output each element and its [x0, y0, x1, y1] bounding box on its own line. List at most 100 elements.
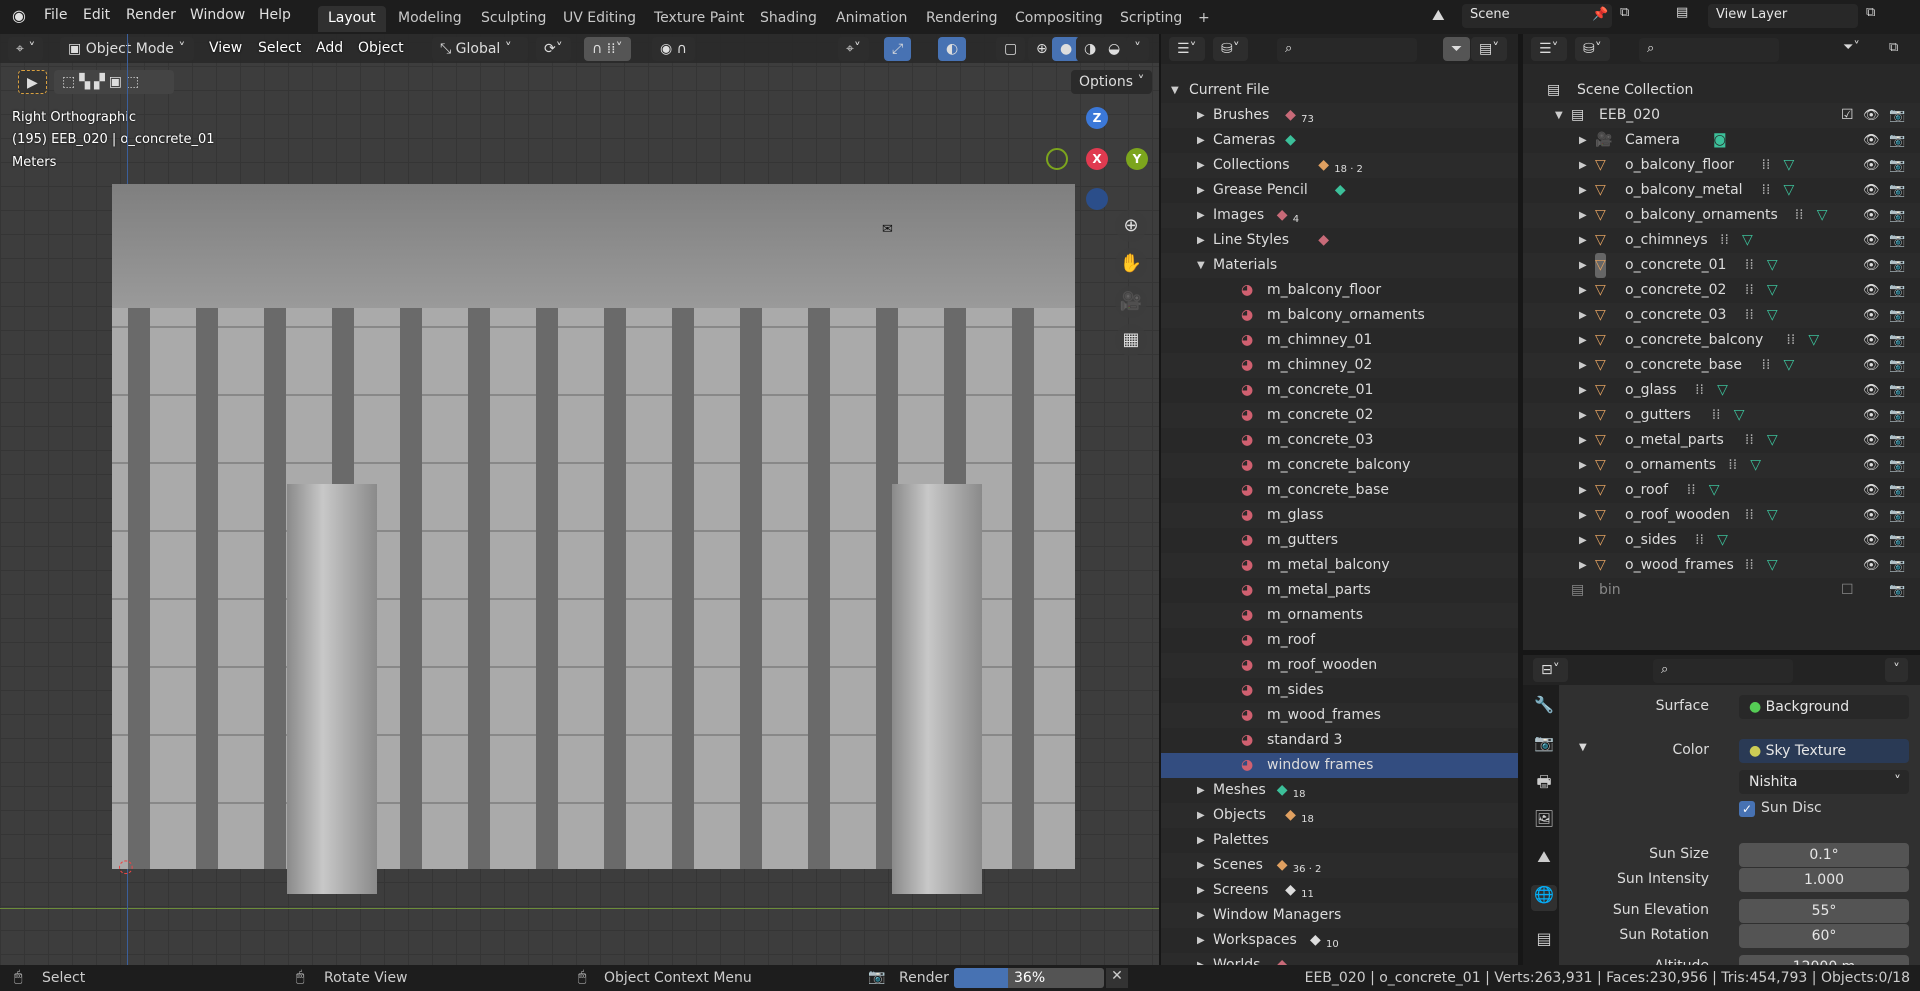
material-item[interactable]: ◕ m_glass [1161, 503, 1518, 528]
expand-triangle-icon[interactable]: ▶ [1579, 353, 1587, 378]
ortho-grid-icon[interactable]: ▦ [1115, 324, 1147, 356]
include-checkbox[interactable]: ☑ [1841, 103, 1854, 128]
sun-size-field[interactable]: 0.1° [1739, 843, 1909, 867]
filter-icon[interactable]: ⏷˅ [1843, 40, 1860, 55]
expand-triangle-icon[interactable]: ▶ [1197, 928, 1205, 953]
visibility-eye-icon[interactable]: 👁 [1863, 503, 1880, 528]
render-camera-icon[interactable]: 📷 [1889, 503, 1905, 528]
tab-shading[interactable]: Shading [750, 6, 827, 32]
render-camera-icon[interactable]: 📷 [1889, 128, 1905, 153]
object-row[interactable]: ▶ ▽ o_chimneys ⁞⁞ ▽ 👁 📷 [1523, 228, 1920, 253]
expand-triangle-icon[interactable]: ▶ [1579, 553, 1587, 578]
display-mode-icon[interactable]: ⛁˅ [1575, 37, 1610, 61]
material-item[interactable]: ◕ m_concrete_02 [1161, 403, 1518, 428]
visibility-eye-icon[interactable]: 👁 [1863, 453, 1880, 478]
expand-triangle-icon[interactable]: ▶ [1197, 878, 1205, 903]
material-item[interactable]: ◕ m_sides [1161, 678, 1518, 703]
building-model[interactable] [112, 184, 1075, 894]
expand-triangle-icon[interactable]: ▶ [1579, 253, 1587, 278]
tree-item-palettes[interactable]: ▶ Palettes [1161, 828, 1518, 853]
visibility-eye-icon[interactable]: 👁 [1863, 278, 1880, 303]
gizmo-x[interactable]: X [1086, 148, 1108, 170]
visibility-eye-icon[interactable]: 👁 [1863, 228, 1880, 253]
tree-item-window-managers[interactable]: ▶ Window Managers [1161, 903, 1518, 928]
display-mode-icon[interactable]: ⛁˅ [1213, 37, 1248, 61]
tab-modeling[interactable]: Modeling [388, 6, 472, 32]
editor-type-icon[interactable]: ☰˅ [1531, 37, 1567, 61]
expand-triangle-icon[interactable]: ▶ [1197, 828, 1205, 853]
tree-item-materials[interactable]: ▼ Materials [1161, 253, 1518, 278]
visibility-eye-icon[interactable]: 👁 [1863, 328, 1880, 353]
render-camera-icon[interactable]: 📷 [1889, 278, 1905, 303]
3d-viewport[interactable]: ⌖ ˅ ▣ Object Mode ˅ View Select Add Obje… [0, 34, 1159, 965]
render-camera-icon[interactable]: 📷 [1889, 103, 1905, 128]
tab-texture-paint[interactable]: Texture Paint [644, 6, 754, 32]
options-chevron-icon[interactable]: ˅ [1885, 658, 1908, 682]
material-item[interactable]: ◕ m_concrete_03 [1161, 428, 1518, 453]
tab-scripting[interactable]: Scripting [1110, 6, 1192, 32]
render-camera-icon[interactable]: 📷 [1889, 553, 1905, 578]
expand-triangle-icon[interactable]: ▶ [1579, 128, 1587, 153]
menu-add[interactable]: Add [316, 40, 343, 56]
shading-options-icon[interactable]: ˅ [1126, 37, 1149, 61]
tool-tab-icon[interactable]: 🔧 [1531, 695, 1557, 721]
object-row[interactable]: ▶ ▽ o_roof_wooden ⁞⁞ ▽ 👁 📷 [1523, 503, 1920, 528]
object-row[interactable]: ▶ ▽ o_balcony_ornaments ⁞⁞ ▽ 👁 📷 [1523, 203, 1920, 228]
visibility-eye-icon[interactable]: 👁 [1863, 528, 1880, 553]
expand-triangle-icon[interactable]: ▶ [1197, 128, 1205, 153]
material-item[interactable]: ◕ m_concrete_01 [1161, 378, 1518, 403]
tree-item-workspaces[interactable]: ▶ Workspaces ◆ 10 [1161, 928, 1518, 953]
expand-triangle-icon[interactable]: ▶ [1579, 228, 1587, 253]
scene-icon[interactable]: ⛰ [1432, 6, 1445, 24]
visibility-eye-icon[interactable]: 👁 [1863, 103, 1880, 128]
render-camera-icon[interactable]: 📷 [1889, 403, 1905, 428]
menu-view[interactable]: View [209, 40, 242, 56]
tree-item-collections[interactable]: ▶ Collections ◆ 18 · 2 [1161, 153, 1518, 178]
material-item[interactable]: ◕ m_metal_parts [1161, 578, 1518, 603]
expand-triangle-icon[interactable]: ▶ [1579, 453, 1587, 478]
cancel-render-button[interactable]: ✕ [1106, 968, 1128, 988]
scene-collection-row[interactable]: ▤ Scene Collection [1523, 78, 1920, 103]
snap-icon[interactable]: ∩ ⁞⁞˅ [584, 37, 631, 61]
tree-item-cameras[interactable]: ▶ Cameras ◆ [1161, 128, 1518, 153]
menu-file[interactable]: File [44, 7, 67, 23]
selection-mode-icons[interactable]: ⬚▚▞▣⬚ [54, 70, 174, 94]
search-input[interactable]: ⌕ [1639, 38, 1779, 62]
render-camera-icon[interactable]: 📷 [1889, 203, 1905, 228]
visibility-eye-icon[interactable]: 👁 [1863, 403, 1880, 428]
filter-icon[interactable]: ⏷ [1443, 37, 1471, 61]
object-row[interactable]: ▶ ▽ o_concrete_01 ⁞⁞ ▽ 👁 📷 [1523, 253, 1920, 278]
proportional-edit-icon[interactable]: ◉ ∩ [652, 37, 695, 61]
object-row[interactable]: ▶ ▽ o_concrete_base ⁞⁞ ▽ 👁 📷 [1523, 353, 1920, 378]
new-collection-icon[interactable]: ⧉ [1889, 40, 1898, 55]
menu-help[interactable]: Help [259, 7, 291, 23]
visibility-eye-icon[interactable]: 👁 [1863, 253, 1880, 278]
visibility-eye-icon[interactable]: 👁 [1863, 428, 1880, 453]
material-item[interactable]: ◕ m_gutters [1161, 528, 1518, 553]
search-input[interactable]: ⌕ [1277, 38, 1417, 62]
material-item[interactable]: ◕ m_chimney_02 [1161, 353, 1518, 378]
expand-triangle-icon[interactable]: ▶ [1197, 803, 1205, 828]
object-row[interactable]: ▶ ▽ o_metal_parts ⁞⁞ ▽ 👁 📷 [1523, 428, 1920, 453]
visibility-eye-icon[interactable]: 👁 [1863, 553, 1880, 578]
render-camera-icon[interactable]: 📷 [1889, 253, 1905, 278]
tree-item-meshes[interactable]: ▶ Meshes ◆ 18 [1161, 778, 1518, 803]
menu-object[interactable]: Object [358, 40, 404, 56]
render-camera-icon[interactable]: 📷 [1889, 578, 1905, 603]
light-icon[interactable]: ✉ [882, 222, 893, 237]
tree-item-line-styles[interactable]: ▶ Line Styles ◆ [1161, 228, 1518, 253]
visibility-eye-icon[interactable]: 👁 [1863, 478, 1880, 503]
view-layer-tab-icon[interactable]: 🖼 [1531, 809, 1557, 835]
material-item[interactable]: ◕ m_roof_wooden [1161, 653, 1518, 678]
tab-sculpting[interactable]: Sculpting [471, 6, 556, 32]
render-camera-icon[interactable]: 📷 [1889, 228, 1905, 253]
tree-item-screens[interactable]: ▶ Screens ◆ 11 [1161, 878, 1518, 903]
tab-rendering[interactable]: Rendering [916, 6, 1008, 32]
render-tab-icon[interactable]: 📷 [1531, 733, 1557, 759]
expand-triangle-icon[interactable]: ▶ [1197, 228, 1205, 253]
3d-cursor-icon[interactable]: ◌ [118, 856, 134, 877]
gizmo-neg-z[interactable] [1086, 188, 1108, 210]
material-item[interactable]: ◕ m_ornaments [1161, 603, 1518, 628]
camera-view-icon[interactable]: 🎥 [1115, 286, 1147, 318]
collection-row-bin[interactable]: ▤ bin ☐ 📷 [1523, 578, 1920, 603]
